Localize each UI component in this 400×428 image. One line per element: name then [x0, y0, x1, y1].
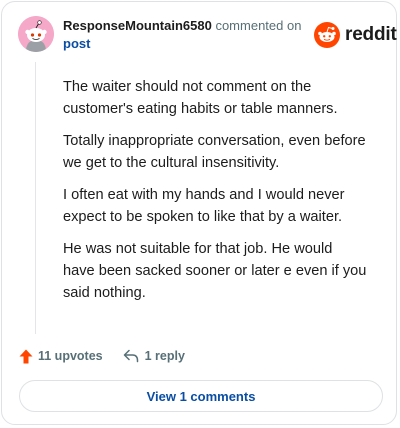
comment-card: ResponseMountain6580 commented on post r… — [1, 1, 397, 425]
comment-body: The waiter should not comment on the cus… — [63, 76, 368, 314]
view-comments-button[interactable]: View 1 comments — [19, 380, 383, 412]
thread-line — [35, 62, 36, 334]
avatar[interactable] — [18, 16, 54, 52]
upvote-arrow-icon — [19, 349, 33, 363]
upvote-count: 11 upvotes — [38, 349, 103, 363]
comment-paragraph: He was not suitable for that job. He wou… — [63, 241, 367, 301]
comment-paragraph: The waiter should not comment on the cus… — [63, 79, 338, 117]
reply-button[interactable]: 1 reply — [123, 349, 185, 363]
comment-paragraph: I often eat with my hands and I would ne… — [63, 187, 345, 225]
reddit-logo[interactable]: reddit — [314, 22, 397, 48]
reply-count: 1 reply — [144, 349, 185, 363]
comment-header: ResponseMountain6580 commented on post — [63, 17, 303, 53]
action-text: commented on — [215, 18, 302, 33]
comment-actions: 11 upvotes 1 reply — [19, 347, 185, 365]
reddit-logo-icon — [314, 22, 340, 48]
snoo-avatar-icon — [18, 16, 54, 52]
post-link[interactable]: post — [63, 36, 90, 51]
reddit-wordmark: reddit — [345, 24, 397, 45]
username-link[interactable]: ResponseMountain6580 — [63, 18, 212, 33]
upvote-button[interactable]: 11 upvotes — [19, 349, 103, 364]
comment-paragraph: Totally inappropriate conversation, even… — [63, 133, 366, 171]
reply-arrow-icon — [123, 349, 138, 363]
